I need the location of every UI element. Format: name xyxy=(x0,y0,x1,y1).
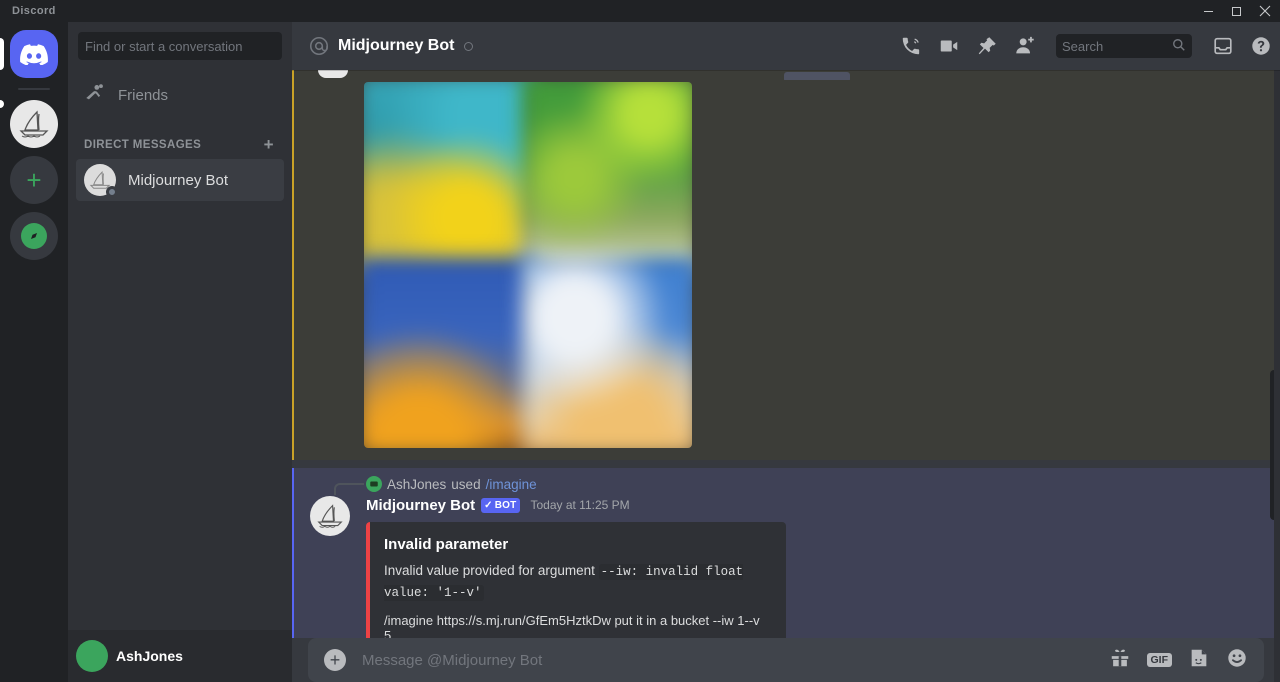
command-reply-line: AshJones used /imagine xyxy=(294,474,1280,495)
grid-cell-1[interactable] xyxy=(364,82,535,273)
dm-list: Friends DIRECT MESSAGES + Midjourney Bot xyxy=(68,70,292,630)
user-panel-username: AshJones xyxy=(116,648,183,664)
find-conversation-input[interactable]: Find or start a conversation xyxy=(78,32,282,60)
at-icon xyxy=(308,35,330,57)
midjourney-boat-icon xyxy=(19,110,49,138)
window-controls xyxy=(1194,0,1280,22)
message-image-result xyxy=(292,70,1280,460)
error-embed: Invalid parameter Invalid value provided… xyxy=(366,522,786,638)
message-input-placeholder[interactable]: Message @Midjourney Bot xyxy=(362,652,1093,669)
avatar[interactable] xyxy=(310,496,350,536)
close-button[interactable] xyxy=(1250,0,1280,22)
minimize-button[interactable] xyxy=(1194,0,1222,22)
discord-window: Discord + Find or start a conversation F… xyxy=(0,0,1280,682)
attach-icon[interactable]: + xyxy=(324,649,346,671)
sticker-icon[interactable] xyxy=(1188,647,1210,674)
right-edge-gutter xyxy=(1274,48,1280,682)
command-badge-icon xyxy=(366,476,382,492)
embed-title: Invalid parameter xyxy=(384,536,509,553)
compass-icon xyxy=(21,223,47,249)
message-timestamp: Today at 11:25 PM xyxy=(530,498,630,512)
maximize-button[interactable] xyxy=(1222,0,1250,22)
grid-cell-4[interactable] xyxy=(521,257,692,448)
inbox-icon[interactable] xyxy=(1212,35,1234,57)
call-icon[interactable] xyxy=(900,35,922,57)
grid-cell-3[interactable] xyxy=(364,257,535,448)
gift-icon[interactable] xyxy=(1109,647,1131,674)
midjourney-boat-icon xyxy=(317,504,343,528)
command-verb: used xyxy=(451,476,481,492)
status-badge xyxy=(106,186,118,198)
explore-servers-button[interactable] xyxy=(10,212,58,260)
dm-section-header: DIRECT MESSAGES + xyxy=(76,118,284,159)
user-panel[interactable]: AshJones xyxy=(68,630,292,682)
friends-label: Friends xyxy=(118,86,169,104)
bot-message: Midjourney Bot ✓ BOT Today at 11:25 PM I… xyxy=(294,494,1280,638)
search-input[interactable]: Search xyxy=(1056,34,1192,58)
dm-section-title: DIRECT MESSAGES xyxy=(84,138,202,151)
guild-rail: + xyxy=(0,22,68,682)
page-title: Midjourney Bot xyxy=(338,37,455,54)
message-action-button-cutoff[interactable] xyxy=(784,72,850,80)
slash-command-link[interactable]: /imagine xyxy=(486,477,537,492)
bot-tag-label: BOT xyxy=(494,499,517,511)
create-dm-button[interactable]: + xyxy=(264,136,274,153)
title-bar: Discord xyxy=(0,0,1280,22)
message-composer[interactable]: + Message @Midjourney Bot GIF xyxy=(308,638,1264,682)
app-title: Discord xyxy=(12,5,56,17)
dm-sidebar: Find or start a conversation Friends DIR… xyxy=(68,22,292,682)
command-author[interactable]: AshJones xyxy=(387,477,446,492)
active-guild-pill xyxy=(0,38,4,70)
dm-search-wrapper: Find or start a conversation xyxy=(68,22,292,70)
message-scroll[interactable]: AshJones used /imagine Midjourney Bot ✓ … xyxy=(292,70,1280,638)
guild-icon-discord-home[interactable] xyxy=(10,30,58,78)
message-header: Midjourney Bot ✓ BOT Today at 11:25 PM xyxy=(366,494,1280,516)
pin-icon[interactable] xyxy=(976,35,998,57)
emoji-icon[interactable] xyxy=(1226,647,1248,674)
avatar xyxy=(76,640,108,672)
message-area: AshJones used /imagine Midjourney Bot ✓ … xyxy=(292,70,1280,638)
verified-check-icon: ✓ xyxy=(484,499,493,511)
sidebar-item-friends[interactable]: Friends xyxy=(76,74,284,116)
unread-guild-pill xyxy=(0,100,4,108)
avatar xyxy=(84,164,118,198)
guild-icon-midjourney[interactable] xyxy=(10,100,58,148)
video-icon[interactable] xyxy=(938,35,960,57)
embed-description-text: Invalid value provided for argument xyxy=(384,563,599,578)
message-author[interactable]: Midjourney Bot xyxy=(366,497,475,514)
header-actions: Search xyxy=(900,34,1272,58)
composer-wrapper: + Message @Midjourney Bot GIF xyxy=(292,638,1280,682)
channel-header: Midjourney Bot Search xyxy=(292,22,1280,70)
plus-icon: + xyxy=(26,165,42,195)
embed-description: Invalid value provided for argument --iw… xyxy=(384,561,770,603)
rail-divider xyxy=(18,88,50,90)
help-icon[interactable] xyxy=(1250,35,1272,57)
add-server-button[interactable]: + xyxy=(10,156,58,204)
message-header-cutoff xyxy=(294,70,1280,80)
sidebar-item-midjourney-bot[interactable]: Midjourney Bot xyxy=(76,159,284,201)
gif-icon[interactable]: GIF xyxy=(1146,652,1172,668)
friends-icon xyxy=(84,82,106,109)
search-icon xyxy=(1172,38,1186,55)
status-badge xyxy=(464,41,474,51)
composer-tools: GIF xyxy=(1109,647,1249,674)
grid-cell-2[interactable] xyxy=(521,82,692,273)
search-placeholder: Search xyxy=(1062,38,1104,54)
ephemeral-message: AshJones used /imagine Midjourney Bot ✓ … xyxy=(292,468,1280,638)
bot-tag: ✓ BOT xyxy=(481,497,521,513)
generated-image-grid[interactable] xyxy=(364,82,692,448)
find-conversation-placeholder: Find or start a conversation xyxy=(85,38,243,54)
embed-command-echo: /imagine https://s.mj.run/GfEm5HztkDw pu… xyxy=(384,612,760,639)
app-body: + Find or start a conversation Friends D… xyxy=(0,22,1280,682)
image-grid-wrapper xyxy=(294,80,1280,448)
avatar xyxy=(318,70,348,78)
discord-logo-icon xyxy=(20,43,48,65)
main-content: Midjourney Bot Search AshJones used /ima… xyxy=(292,22,1280,682)
dm-name: Midjourney Bot xyxy=(128,171,229,189)
add-friend-icon[interactable] xyxy=(1014,35,1036,57)
embed-body: Invalid parameter Invalid value provided… xyxy=(370,522,786,638)
